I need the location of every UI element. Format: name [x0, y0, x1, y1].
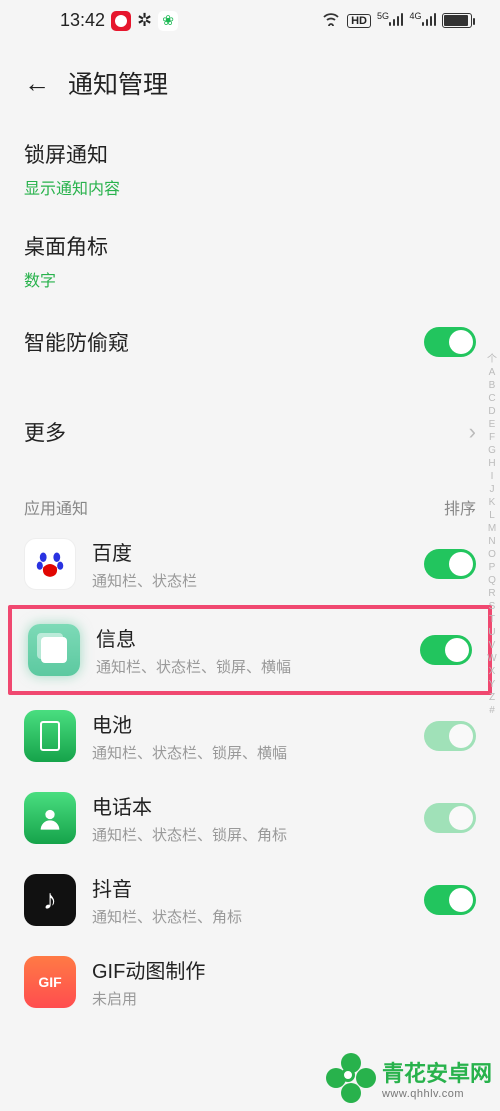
app-section-header: 应用通知 排序	[0, 467, 500, 523]
index-letter[interactable]: M	[488, 523, 496, 534]
app-name: 电池	[92, 709, 408, 738]
page-header: ← 通知管理	[0, 35, 500, 123]
app-icon-contacts	[24, 792, 76, 844]
antipeep-toggle[interactable]	[424, 327, 476, 357]
app-desc: 通知栏、状态栏、锁屏、横幅	[96, 656, 404, 677]
app-row-baidu[interactable]: 百度 通知栏、状态栏	[0, 523, 500, 605]
leaf-icon: ❀	[158, 11, 178, 31]
app-icon-battery	[24, 710, 76, 762]
index-letter[interactable]: S	[489, 601, 496, 612]
app-name: 信息	[96, 623, 404, 652]
setting-value: 数字	[24, 267, 476, 291]
index-letter[interactable]: P	[489, 562, 496, 573]
setting-lockscreen[interactable]: 锁屏通知 显示通知内容	[0, 123, 500, 215]
app-desc: 通知栏、状态栏、锁屏、角标	[92, 824, 408, 845]
wechat-icon: ✲	[137, 10, 152, 31]
index-letter[interactable]: G	[488, 445, 496, 456]
index-letter[interactable]: W	[487, 653, 496, 664]
app-icon-gif: GIF	[24, 956, 76, 1008]
app-toggle[interactable]	[420, 635, 472, 665]
index-letter[interactable]: #	[489, 705, 495, 716]
setting-title: 智能防偷窥	[24, 327, 129, 357]
app-name: 电话本	[92, 791, 408, 820]
app-toggle[interactable]	[424, 721, 476, 751]
app-desc: 通知栏、状态栏	[92, 570, 408, 591]
setting-title: 更多	[24, 417, 66, 447]
wifi-icon	[321, 10, 341, 31]
app-name: 百度	[92, 537, 408, 566]
status-left: 13:42 ✲ ❀	[60, 10, 178, 31]
index-letter[interactable]: V	[489, 640, 496, 651]
index-letter[interactable]: 个	[487, 350, 497, 365]
clock: 13:42	[60, 10, 105, 31]
app-icon-douyin	[24, 874, 76, 926]
index-letter[interactable]: I	[491, 471, 494, 482]
sort-button[interactable]: 排序	[444, 495, 476, 519]
index-letter[interactable]: L	[489, 510, 495, 521]
index-letter[interactable]: X	[489, 666, 496, 677]
app-row-contacts[interactable]: 电话本 通知栏、状态栏、锁屏、角标	[0, 777, 500, 859]
app-name: GIF动图制作	[92, 955, 476, 984]
app-desc: 未启用	[92, 988, 476, 1009]
index-letter[interactable]: D	[488, 406, 495, 417]
index-letter[interactable]: K	[489, 497, 496, 508]
watermark-url: www.qhhlv.com	[382, 1088, 492, 1100]
setting-antipeep: 智能防偷窥	[0, 307, 500, 377]
setting-badge[interactable]: 桌面角标 数字	[0, 215, 500, 307]
index-letter[interactable]: E	[489, 419, 496, 430]
index-letter[interactable]: F	[489, 432, 495, 443]
index-letter[interactable]: Y	[489, 679, 496, 690]
index-letter[interactable]: Q	[488, 575, 496, 586]
app-desc: 通知栏、状态栏、角标	[92, 906, 408, 927]
index-letter[interactable]: Z	[489, 692, 495, 703]
index-letter[interactable]: J	[490, 484, 495, 495]
app-row-battery[interactable]: 电池 通知栏、状态栏、锁屏、横幅	[0, 695, 500, 777]
page-title: 通知管理	[68, 65, 168, 101]
section-title: 应用通知	[24, 495, 88, 519]
battery-icon	[442, 13, 472, 28]
index-letter[interactable]: R	[488, 588, 495, 599]
alphabet-index[interactable]: 个ABCDEFGHIJKLMNOPQRSTUVWXYZ #	[487, 350, 497, 716]
index-letter[interactable]: B	[489, 380, 496, 391]
weibo-icon	[111, 11, 131, 31]
setting-title: 锁屏通知	[24, 139, 476, 169]
chevron-right-icon: ›	[469, 419, 476, 445]
watermark-logo-icon	[326, 1053, 376, 1103]
index-letter[interactable]: H	[488, 458, 495, 469]
app-toggle[interactable]	[424, 803, 476, 833]
index-letter[interactable]: C	[488, 393, 495, 404]
app-icon-messages	[28, 624, 80, 676]
signal-4g: 4G	[409, 10, 436, 31]
app-row-messages[interactable]: 信息 通知栏、状态栏、锁屏、横幅	[8, 605, 492, 695]
index-letter[interactable]: N	[488, 536, 495, 547]
app-toggle[interactable]	[424, 885, 476, 915]
app-icon-baidu	[24, 538, 76, 590]
signal-5g: 5G	[377, 10, 404, 31]
setting-value: 显示通知内容	[24, 175, 476, 199]
watermark-name: 青花安卓网	[382, 1056, 492, 1088]
app-name: 抖音	[92, 873, 408, 902]
setting-more[interactable]: 更多 ›	[0, 397, 500, 467]
app-toggle[interactable]	[424, 549, 476, 579]
hd-icon: HD	[347, 14, 371, 28]
app-desc: 通知栏、状态栏、锁屏、横幅	[92, 742, 408, 763]
index-letter[interactable]: U	[488, 627, 495, 638]
app-row-gif[interactable]: GIF GIF动图制作 未启用	[0, 941, 500, 1023]
index-letter[interactable]: O	[488, 549, 496, 560]
status-right: HD 5G 4G	[321, 10, 472, 31]
index-letter[interactable]: T	[489, 614, 495, 625]
setting-title: 桌面角标	[24, 231, 476, 261]
status-bar: 13:42 ✲ ❀ HD 5G 4G	[0, 0, 500, 35]
back-icon[interactable]: ←	[24, 68, 50, 99]
index-letter[interactable]: A	[489, 367, 496, 378]
watermark: 青花安卓网 www.qhhlv.com	[326, 1053, 492, 1103]
app-row-douyin[interactable]: 抖音 通知栏、状态栏、角标	[0, 859, 500, 941]
